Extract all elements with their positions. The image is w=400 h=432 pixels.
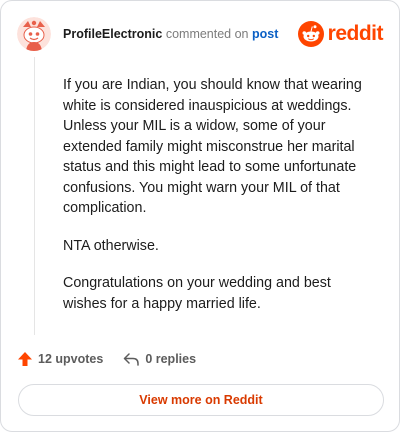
comment-body: If you are Indian, you should know that …	[63, 75, 373, 331]
upvote-count: 12 upvotes	[38, 352, 104, 366]
upvote-arrow-icon	[18, 352, 32, 366]
reddit-logo[interactable]: reddit	[297, 21, 384, 47]
comment-actions: 12 upvotes 0 replies	[17, 349, 196, 369]
reply-count: 0 replies	[145, 352, 197, 366]
reddit-snoo-icon	[297, 21, 324, 47]
username-link[interactable]: ProfileElectronic	[63, 27, 162, 41]
user-avatar-icon[interactable]	[17, 17, 51, 51]
reply-arrow-icon	[124, 353, 140, 366]
post-link[interactable]: post	[252, 27, 278, 41]
comment-paragraph: Congratulations on your wedding and best…	[63, 275, 331, 312]
reply-button[interactable]: 0 replies	[123, 351, 196, 367]
comment-paragraph: NTA otherwise.	[63, 237, 159, 254]
thread-line	[34, 57, 35, 335]
comment-header: ProfileElectronic commented on post	[63, 27, 278, 41]
view-more-on-reddit-button[interactable]: View more on Reddit	[18, 384, 384, 416]
upvote-button[interactable]: 12 upvotes	[17, 351, 103, 367]
comment-paragraph: If you are Indian, you should know that …	[63, 77, 362, 216]
comment-embed-card: ProfileElectronic commented on post redd…	[0, 0, 400, 432]
commented-on-text: commented on	[165, 27, 249, 41]
reddit-wordmark: reddit	[327, 22, 384, 45]
